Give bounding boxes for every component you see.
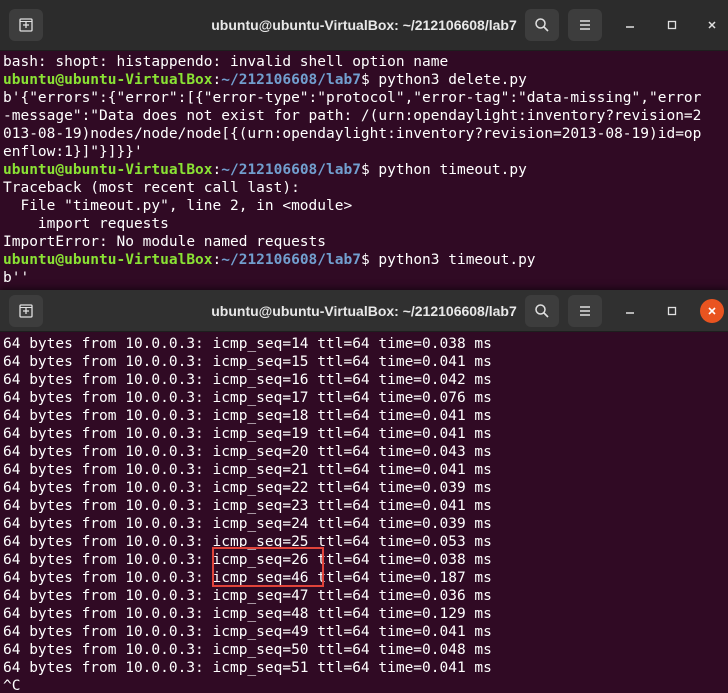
output-line: ImportError: No module named requests xyxy=(3,233,728,251)
ping-output-line: 64 bytes from 10.0.0.3: icmp_seq=47 ttl=… xyxy=(3,588,492,604)
output-line: b'{"errors":{"error":[{"error-type":"pro… xyxy=(3,89,728,107)
output-text: b'{"errors":{"error":[{"error-type":"pro… xyxy=(3,90,702,106)
ping-output-line: 64 bytes from 10.0.0.3: icmp_seq=16 ttl=… xyxy=(3,372,492,388)
ping-output-line: 64 bytes from 10.0.0.3: icmp_seq=17 ttl=… xyxy=(3,390,492,406)
close-icon xyxy=(708,307,716,315)
command-text: python timeout.py xyxy=(378,162,527,178)
ping-output-line: ^C xyxy=(3,678,21,693)
close-button[interactable] xyxy=(700,13,724,37)
maximize-button[interactable] xyxy=(660,13,684,37)
ping-output-line: 64 bytes from 10.0.0.3: icmp_seq=15 ttl=… xyxy=(3,354,492,370)
prompt-line: ubuntu@ubuntu-VirtualBox:~/212106608/lab… xyxy=(3,71,728,89)
menu-icon xyxy=(580,20,590,30)
output-line: 013-08-19)nodes/node/node[{(urn:opendayl… xyxy=(3,125,728,143)
maximize-icon xyxy=(667,306,677,316)
prompt-colon: : xyxy=(212,162,222,178)
menu-icon xyxy=(580,306,590,316)
ping-output-line: 64 bytes from 10.0.0.3: icmp_seq=20 ttl=… xyxy=(3,444,492,460)
output-line: Traceback (most recent call last): xyxy=(3,179,728,197)
minimize-button[interactable] xyxy=(618,299,642,323)
ping-output-line: 64 bytes from 10.0.0.3: icmp_seq=22 ttl=… xyxy=(3,480,492,496)
output-text: -message":"Data does not exist for path:… xyxy=(3,108,702,124)
ping-output-line: 64 bytes from 10.0.0.3: icmp_seq=19 ttl=… xyxy=(3,426,492,442)
ping-output-line: 64 bytes from 10.0.0.3: icmp_seq=24 ttl=… xyxy=(3,516,492,532)
prompt-colon: : xyxy=(212,252,222,268)
output-text: Traceback (most recent call last): xyxy=(3,180,300,196)
output-text: ImportError: No module named requests xyxy=(3,234,327,250)
ping-output-line: 64 bytes from 10.0.0.3: icmp_seq=23 ttl=… xyxy=(3,498,492,514)
prompt-symbol: $ xyxy=(360,252,379,268)
prompt-path: ~/212106608/lab7 xyxy=(221,72,361,88)
output-line: File "timeout.py", line 2, in <module> xyxy=(3,197,728,215)
minimize-icon xyxy=(626,312,634,314)
ping-output-line: 64 bytes from 10.0.0.3: icmp_seq=14 ttl=… xyxy=(3,336,492,352)
titlebar-bottom[interactable]: ubuntu@ubuntu-VirtualBox: ~/212106608/la… xyxy=(0,290,728,332)
minimize-icon xyxy=(626,26,634,28)
terminal-output-bottom[interactable]: 64 bytes from 10.0.0.3: icmp_seq=14 ttl=… xyxy=(3,335,728,693)
new-tab-icon xyxy=(19,304,33,318)
output-line: import requests xyxy=(3,215,728,233)
maximize-icon xyxy=(667,20,677,30)
prompt-colon: : xyxy=(212,72,222,88)
new-tab-button[interactable] xyxy=(9,9,43,41)
prompt-path: ~/212106608/lab7 xyxy=(221,252,361,268)
output-text: 013-08-19)nodes/node/node[{(urn:opendayl… xyxy=(3,126,702,142)
command-text: python3 delete.py xyxy=(378,72,527,88)
ping-output-line: 64 bytes from 10.0.0.3: icmp_seq=21 ttl=… xyxy=(3,462,492,478)
search-button[interactable] xyxy=(525,295,559,327)
ping-output-line: 64 bytes from 10.0.0.3: icmp_seq=18 ttl=… xyxy=(3,408,492,424)
prompt-user: ubuntu@ubuntu-VirtualBox xyxy=(3,72,213,88)
search-icon xyxy=(535,18,549,32)
ping-output-line: 64 bytes from 10.0.0.3: icmp_seq=49 ttl=… xyxy=(3,624,492,640)
output-line: enflow:1}]"}]}}' xyxy=(3,143,728,161)
terminal-window-bottom[interactable]: ubuntu@ubuntu-VirtualBox: ~/212106608/la… xyxy=(0,290,728,693)
search-icon xyxy=(535,304,549,318)
menu-button[interactable] xyxy=(568,9,602,41)
ping-output-line: 64 bytes from 10.0.0.3: icmp_seq=51 ttl=… xyxy=(3,660,492,676)
ping-output-line: 64 bytes from 10.0.0.3: icmp_seq=25 ttl=… xyxy=(3,534,492,550)
minimize-button[interactable] xyxy=(618,13,642,37)
close-button[interactable] xyxy=(700,299,724,323)
ping-output-line: 64 bytes from 10.0.0.3: icmp_seq=50 ttl=… xyxy=(3,642,492,658)
output-line: bash: shopt: histappendo: invalid shell … xyxy=(3,53,728,71)
new-tab-icon xyxy=(19,18,33,32)
output-line: -message":"Data does not exist for path:… xyxy=(3,107,728,125)
output-text: enflow:1}]"}]}}' xyxy=(3,144,143,160)
prompt-line: ubuntu@ubuntu-VirtualBox:~/212106608/lab… xyxy=(3,251,728,269)
prompt-symbol: $ xyxy=(360,72,379,88)
prompt-line: ubuntu@ubuntu-VirtualBox:~/212106608/lab… xyxy=(3,161,728,179)
maximize-button[interactable] xyxy=(660,299,684,323)
terminal-output-top[interactable]: bash: shopt: histappendo: invalid shell … xyxy=(3,53,728,290)
menu-button[interactable] xyxy=(568,295,602,327)
new-tab-button[interactable] xyxy=(9,295,43,327)
output-line: b'' xyxy=(3,269,728,287)
terminal-window-top[interactable]: ubuntu@ubuntu-VirtualBox: ~/212106608/la… xyxy=(0,0,728,290)
prompt-path: ~/212106608/lab7 xyxy=(221,162,361,178)
ping-output-line: 64 bytes from 10.0.0.3: icmp_seq=26 ttl=… xyxy=(3,552,492,568)
ping-output-line: 64 bytes from 10.0.0.3: icmp_seq=46 ttl=… xyxy=(3,570,492,586)
search-button[interactable] xyxy=(525,9,559,41)
prompt-symbol: $ xyxy=(360,162,379,178)
output-text: import requests xyxy=(3,216,169,232)
command-text: python3 timeout.py xyxy=(378,252,536,268)
prompt-user: ubuntu@ubuntu-VirtualBox xyxy=(3,162,213,178)
output-text: b'' xyxy=(3,270,30,286)
close-icon xyxy=(708,21,716,29)
prompt-user: ubuntu@ubuntu-VirtualBox xyxy=(3,252,213,268)
ping-output-line: 64 bytes from 10.0.0.3: icmp_seq=48 ttl=… xyxy=(3,606,492,622)
titlebar-top[interactable]: ubuntu@ubuntu-VirtualBox: ~/212106608/la… xyxy=(0,0,728,51)
output-text: bash: shopt: histappendo: invalid shell … xyxy=(3,54,449,70)
output-text: File "timeout.py", line 2, in <module> xyxy=(3,198,353,214)
